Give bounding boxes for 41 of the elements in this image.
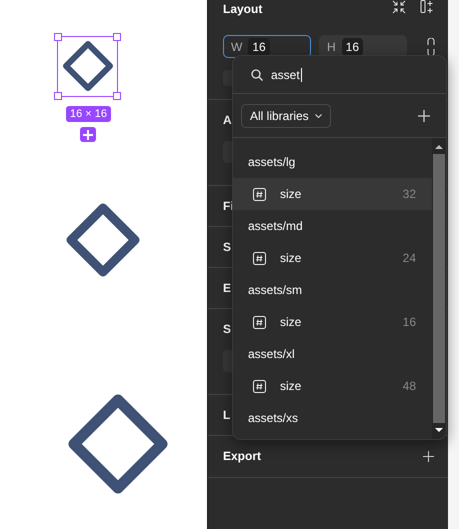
collapse-icon[interactable] <box>392 0 406 14</box>
group-header: assets/md <box>247 218 304 235</box>
plus-icon[interactable] <box>418 110 430 122</box>
group-header: assets/xs <box>247 410 300 427</box>
chevron-down-icon <box>314 114 322 118</box>
search-field[interactable]: asset <box>271 68 302 82</box>
number-variable-icon <box>253 252 266 264</box>
section-title: Export <box>223 448 262 465</box>
size-badge: 16 × 16 <box>66 106 112 122</box>
scroll-up-icon[interactable] <box>435 144 443 150</box>
section-title: S <box>223 321 232 338</box>
variable-row[interactable]: size 48 <box>233 370 432 402</box>
add-button[interactable] <box>80 127 96 142</box>
section-title: S <box>223 239 232 256</box>
number-variable-icon <box>253 188 266 200</box>
section-title: L <box>223 407 230 424</box>
group-header: assets/sm <box>247 282 304 299</box>
section-title: Layout <box>223 3 262 15</box>
variable-row[interactable]: size 24 <box>233 242 432 274</box>
layout-icon[interactable] <box>420 0 434 14</box>
selection-frame[interactable] <box>57 36 118 97</box>
number-variable-icon <box>253 380 266 392</box>
scroll-down-icon[interactable] <box>435 427 443 433</box>
number-variable-icon <box>253 316 266 328</box>
section-title: A <box>223 112 232 129</box>
scrollbar[interactable] <box>432 138 446 439</box>
section-title: E <box>223 280 232 297</box>
link-icon[interactable] <box>427 38 435 56</box>
plus-icon[interactable] <box>423 451 434 462</box>
resize-handle[interactable] <box>113 92 121 100</box>
group-header: assets/lg <box>247 154 296 171</box>
variable-row[interactable]: size 16 <box>233 306 432 338</box>
library-dropdown[interactable]: All libraries <box>241 104 331 128</box>
resize-handle[interactable] <box>54 33 62 41</box>
search-icon <box>251 68 263 80</box>
diamond-shape <box>60 38 116 94</box>
plus-icon <box>83 130 93 140</box>
resize-handle[interactable] <box>54 92 62 100</box>
variable-row[interactable]: size 32 <box>233 178 432 210</box>
group-header: assets/xl <box>247 346 296 363</box>
resize-handle[interactable] <box>113 33 121 41</box>
